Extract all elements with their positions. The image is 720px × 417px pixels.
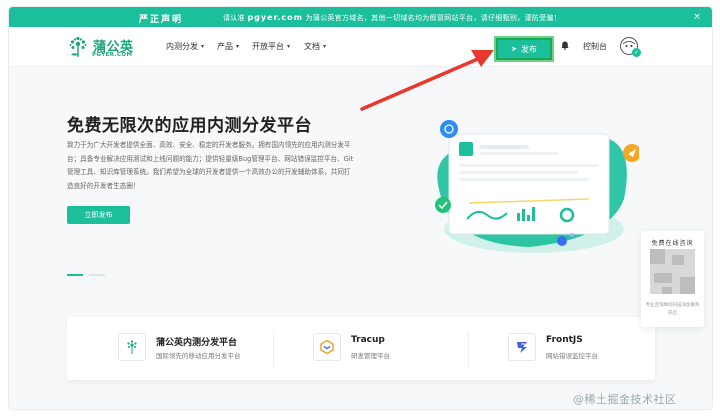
notice-url: pgyer.com [247, 13, 303, 22]
publish-label: 发布 [520, 44, 537, 54]
hero-title: 免费无限次的应用内测分发平台 [67, 116, 312, 136]
feature-cards: 蒲公英内测分发平台 国际领先的移动应用分发平台 Tracup 研发管理平台 Fr… [67, 317, 655, 380]
dandelion-logo-icon [69, 36, 87, 57]
slide-indicator [67, 274, 105, 276]
nav-menu-distribution[interactable]: 内测分发 ▾ [166, 41, 204, 52]
notice-message: 请认准 pgyer.com 为蒲公英官方域名，其他一切域名均为假冒网站平台，请仔… [223, 13, 561, 23]
consult-note: 专业咨询顾问扫描添加服务开启 [645, 303, 700, 316]
caret-down-icon: ▾ [236, 43, 240, 50]
avatar[interactable]: ✓ [620, 37, 641, 57]
announcement-bar: 严正声明 请认准 pgyer.com 为蒲公英官方域名，其他一切域名均为假冒网站… [9, 7, 712, 27]
dandelion-icon [118, 333, 146, 361]
send-icon: ➤ [511, 45, 517, 53]
nav-menu-products[interactable]: 产品 ▾ [217, 41, 239, 52]
feature-subtitle: 网站错误监控平台 [546, 352, 598, 360]
caret-down-icon: ▾ [323, 43, 327, 50]
frontjs-icon [508, 333, 536, 361]
nav-menu-label: 内测分发 [166, 42, 198, 51]
tracup-icon [313, 333, 341, 361]
watermark: @稀土掘金技术社区 [573, 393, 677, 406]
verified-badge: ✓ [632, 48, 641, 57]
qr-code-image [650, 249, 695, 294]
hero-illustration [435, 120, 639, 253]
nav-menu-open-platform[interactable]: 开放平台 ▾ [252, 41, 290, 52]
close-icon[interactable]: × [690, 10, 704, 24]
hero-description: 致力于为广大开发者提供全面、高效、安全、稳定的开发者服务。拥有国内领先的应用内测… [67, 141, 354, 190]
feature-subtitle: 研发管理平台 [351, 352, 390, 360]
publish-button[interactable]: ➤ 发布 [496, 38, 552, 60]
caret-down-icon: ▾ [287, 43, 291, 50]
bell-icon[interactable] [561, 41, 569, 53]
feature-name: Tracup [351, 335, 385, 345]
notice-prefix: 请认准 [223, 14, 245, 22]
top-nav: 蒲公英 PGYER.COM 内测分发 ▾ 产品 ▾ 开放平台 ▾ 文档 ▾ ➤ … [9, 27, 712, 67]
logo-domain: PGYER.COM [92, 52, 133, 58]
slide-dot[interactable] [89, 274, 105, 276]
nav-menu-docs[interactable]: 文档 ▾ [304, 41, 326, 52]
consult-widget[interactable]: 免费在线咨询 专业咨询顾问扫描添加服务开启 [641, 231, 704, 327]
console-link[interactable]: 控制台 [583, 41, 607, 52]
nav-menu-label: 开放平台 [252, 42, 284, 51]
slide-dot-active[interactable] [67, 274, 83, 276]
publish-now-button[interactable]: 立即发布 [67, 206, 130, 224]
logo[interactable]: 蒲公英 PGYER.COM [66, 34, 136, 62]
consult-title: 免费在线咨询 [651, 240, 694, 247]
feature-name: FrontJS [546, 335, 583, 345]
feature-name: 蒲公英内测分发平台 [156, 338, 238, 348]
notice-suffix: 为蒲公英官方域名，其他一切域名均为假冒网站平台，请仔细甄别，谨防受骗！ [305, 14, 561, 22]
divider [273, 331, 274, 367]
caret-down-icon: ▾ [201, 43, 205, 50]
page-frame: 严正声明 请认准 pgyer.com 为蒲公英官方域名，其他一切域名均为假冒网站… [9, 7, 712, 409]
divider [468, 331, 469, 367]
notice-title: 严正声明 [139, 15, 184, 25]
nav-menu-label: 产品 [217, 42, 233, 51]
nav-menu-label: 文档 [304, 42, 320, 51]
feature-subtitle: 国际领先的移动应用分发平台 [156, 352, 241, 360]
